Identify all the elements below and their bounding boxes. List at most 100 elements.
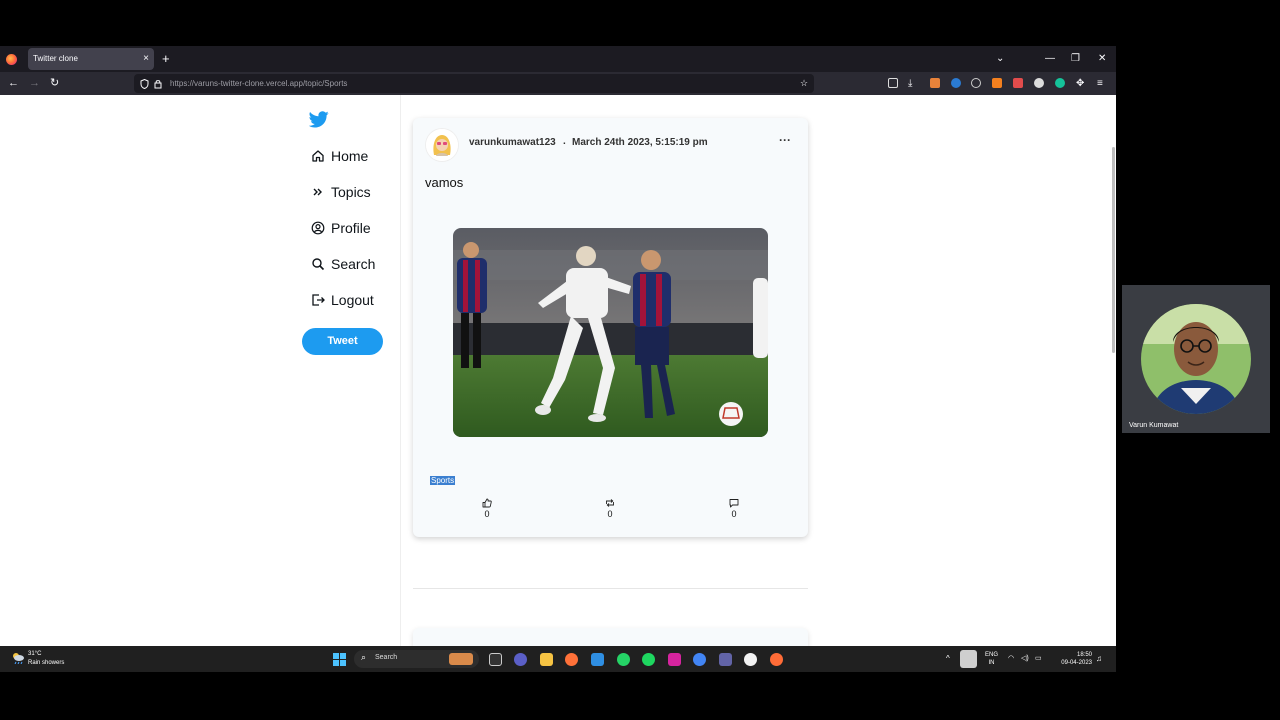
firefox-taskbar-icon[interactable] <box>565 653 578 666</box>
comment-count: 0 <box>731 509 737 519</box>
extension-icon[interactable] <box>930 78 940 88</box>
task-view-icon[interactable] <box>489 653 502 666</box>
close-window-icon[interactable]: ✕ <box>1098 46 1106 72</box>
battery-icon[interactable]: ▭ <box>1035 654 1042 662</box>
webcam-overlay: Varun Kumawat <box>1122 285 1270 433</box>
metamask-icon[interactable] <box>992 78 1002 88</box>
forward-icon[interactable]: → <box>29 72 40 95</box>
post-image[interactable]: 30 <box>453 228 768 437</box>
like-button[interactable]: 0 <box>477 498 497 519</box>
volume-icon[interactable]: ◁) <box>1021 654 1029 662</box>
extension-icon[interactable] <box>971 78 981 88</box>
whatsapp-icon[interactable] <box>617 653 630 666</box>
search-highlight-icon <box>449 653 473 665</box>
chrome-icon[interactable] <box>693 653 706 666</box>
weather-description[interactable]: Rain showers <box>28 660 64 666</box>
lock-icon[interactable] <box>154 79 162 89</box>
url-bar[interactable]: https://varuns-twitter-clone.vercel.app/… <box>134 74 814 93</box>
topic-tag[interactable]: Sports <box>430 476 456 485</box>
rain-cloud-icon[interactable] <box>11 652 25 664</box>
presenter-name: Varun Kumawat <box>1129 422 1179 429</box>
chat-icon[interactable] <box>514 653 527 666</box>
wifi-icon[interactable]: ◠ <box>1008 654 1014 662</box>
extensions-puzzle-icon[interactable]: ✥ <box>1076 72 1084 95</box>
meta-separator: . <box>563 136 566 147</box>
home-icon <box>312 150 324 162</box>
spotify-icon[interactable] <box>642 653 655 666</box>
search-icon <box>312 258 325 271</box>
postman-icon[interactable] <box>770 653 783 666</box>
list-tabs-icon[interactable]: ⌄ <box>996 46 1004 72</box>
language-indicator[interactable]: ENG IN <box>985 651 998 667</box>
sidebar-item-topics[interactable]: Topics <box>311 182 371 202</box>
react-devtools-icon[interactable] <box>951 78 961 88</box>
post-card[interactable]: varunkumawat123 . March 24th 2023, 5:15:… <box>413 118 808 537</box>
grammarly-icon[interactable] <box>1055 78 1065 88</box>
taskbar: 31°C Rain showers ⌕ Search ^ ENG IN ◠ ◁)… <box>0 646 1116 672</box>
retweet-count: 0 <box>607 509 613 519</box>
comment-icon <box>729 499 739 508</box>
retweet-icon <box>606 499 614 507</box>
back-icon[interactable]: ← <box>8 72 19 95</box>
sidebar-item-label: Home <box>331 148 369 164</box>
sidebar-item-logout[interactable]: Logout <box>311 290 374 310</box>
minimize-icon[interactable]: — <box>1045 46 1055 72</box>
taskbar-search-placeholder: Search <box>375 654 398 661</box>
new-tab-button[interactable]: + <box>162 48 170 70</box>
bookmark-star-icon[interactable]: ☆ <box>800 74 808 93</box>
sidebar-item-label: Search <box>331 256 376 272</box>
url-text[interactable]: https://varuns-twitter-clone.vercel.app/… <box>170 74 347 93</box>
file-explorer-icon[interactable] <box>540 653 553 666</box>
microphone-icon[interactable] <box>960 650 977 668</box>
comment-button[interactable]: 0 <box>724 498 744 519</box>
clock[interactable]: 18:50 09-04-2023 <box>1054 651 1092 667</box>
webcam-video <box>1141 304 1251 414</box>
next-post-card[interactable] <box>413 628 808 646</box>
more-options-icon[interactable]: ··· <box>779 133 791 147</box>
windows-start-icon[interactable] <box>333 653 346 666</box>
tab-twitter-clone[interactable]: Twitter clone × <box>28 48 154 70</box>
post-text: vamos <box>425 175 464 190</box>
notification-bell-icon[interactable]: ♫ <box>1096 654 1102 663</box>
sidebar-item-profile[interactable]: Profile <box>311 218 371 238</box>
extension-icon[interactable] <box>1034 78 1044 88</box>
browser-window: Twitter clone × + ⌄ — ❐ ✕ ← → ↻ https://… <box>0 46 1116 646</box>
taskbar-search[interactable]: ⌕ Search <box>354 650 479 668</box>
post-datetime: March 24th 2023, 5:15:19 pm <box>572 137 708 148</box>
show-hidden-icons-icon[interactable]: ^ <box>946 654 950 663</box>
teams-icon[interactable] <box>719 653 732 666</box>
weather-temperature[interactable]: 31°C <box>28 651 41 657</box>
tab-title: Twitter clone <box>33 54 78 63</box>
github-icon[interactable] <box>744 653 757 666</box>
search-icon: ⌕ <box>361 652 367 662</box>
clock-date: 09-04-2023 <box>1061 660 1092 666</box>
post-username[interactable]: varunkumawat123 <box>469 137 556 148</box>
region-code: IN <box>988 660 995 666</box>
sidebar-item-label: Profile <box>331 220 371 236</box>
sidebar-item-search[interactable]: Search <box>311 254 375 274</box>
tab-close-icon[interactable]: × <box>143 48 149 70</box>
pocket-icon[interactable] <box>888 78 898 88</box>
vscode-icon[interactable] <box>591 653 604 666</box>
language-code: ENG <box>985 652 999 658</box>
thumbs-up-icon <box>482 498 492 508</box>
sidebar-item-home[interactable]: Home <box>311 146 368 166</box>
page-scrollbar[interactable] <box>1112 147 1115 353</box>
instagram-icon[interactable] <box>668 653 681 666</box>
tweet-button[interactable]: Tweet <box>302 328 383 355</box>
downloads-icon[interactable]: ⤓ <box>908 72 912 95</box>
user-circle-icon <box>311 221 325 235</box>
extension-icon[interactable] <box>1013 78 1023 88</box>
football-photo: 30 <box>453 228 768 437</box>
shield-icon[interactable] <box>140 79 149 89</box>
hamburger-menu-icon[interactable]: ≡ <box>1097 72 1103 95</box>
twitter-bird-icon[interactable] <box>309 111 329 128</box>
retweet-button[interactable]: 0 <box>600 498 620 519</box>
restore-icon[interactable]: ❐ <box>1071 46 1080 72</box>
avatar[interactable] <box>426 129 458 161</box>
firefox-icon[interactable] <box>6 54 17 65</box>
avatar-image <box>426 129 458 161</box>
reload-icon[interactable]: ↻ <box>50 72 59 95</box>
sidebar: Home Topics Profile Search Logout Tweet <box>298 95 401 646</box>
clock-time: 18:50 <box>1076 652 1092 658</box>
